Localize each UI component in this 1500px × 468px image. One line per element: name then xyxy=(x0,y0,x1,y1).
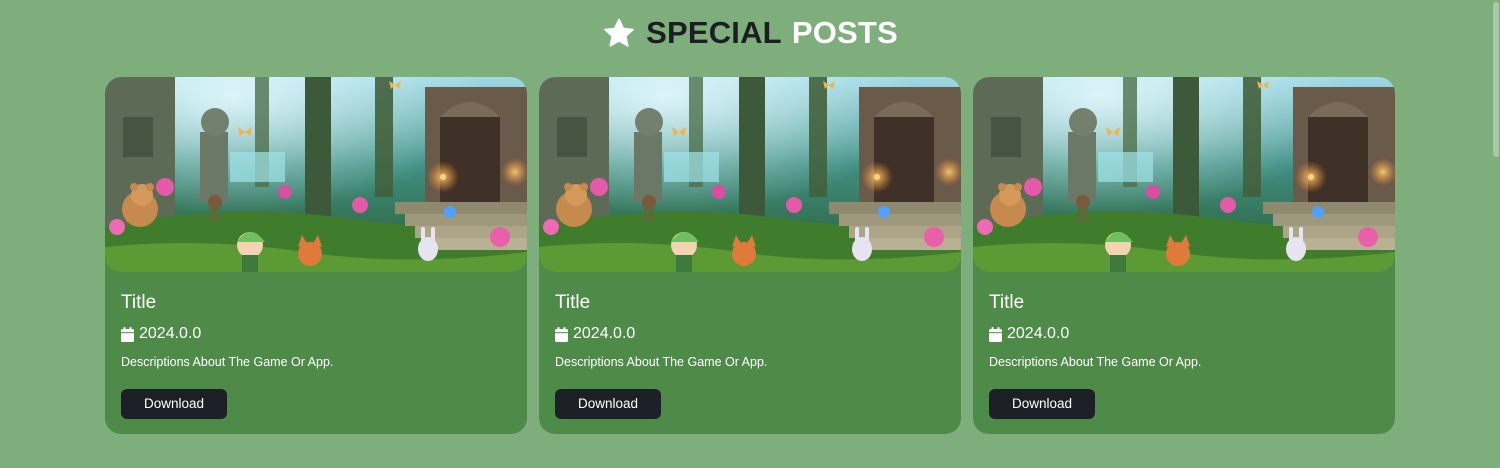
calendar-icon xyxy=(555,326,568,342)
download-button[interactable]: Download xyxy=(989,389,1095,419)
post-date: 2024.0.0 xyxy=(555,325,635,343)
posts-grid: Title 2024.0.0 Descriptions About The Ga… xyxy=(105,77,1395,434)
special-posts-section: SPECIAL POSTS Title 2024.0.0 Description… xyxy=(0,0,1500,468)
download-button[interactable]: Download xyxy=(555,389,661,419)
post-description: Descriptions About The Game Or App. xyxy=(121,355,334,369)
heading-word-posts: POSTS xyxy=(791,15,898,50)
post-card: Title 2024.0.0 Descriptions About The Ga… xyxy=(973,77,1395,434)
post-thumbnail xyxy=(973,77,1395,272)
post-title: Title xyxy=(121,292,157,313)
scrollbar-thumb[interactable] xyxy=(1493,2,1499,157)
post-date: 2024.0.0 xyxy=(121,325,201,343)
section-heading: SPECIAL POSTS xyxy=(0,12,1500,54)
heading-word-special: SPECIAL xyxy=(646,15,782,50)
post-thumbnail xyxy=(105,77,527,272)
calendar-icon xyxy=(989,326,1002,342)
post-date-text: 2024.0.0 xyxy=(1007,325,1070,342)
star-icon xyxy=(602,17,636,50)
post-card: Title 2024.0.0 Descriptions About The Ga… xyxy=(105,77,527,434)
post-thumbnail xyxy=(539,77,961,272)
post-card: Title 2024.0.0 Descriptions About The Ga… xyxy=(539,77,961,434)
download-button[interactable]: Download xyxy=(121,389,227,419)
calendar-icon xyxy=(121,326,134,342)
post-date-text: 2024.0.0 xyxy=(139,325,202,342)
post-date: 2024.0.0 xyxy=(989,325,1069,343)
post-description: Descriptions About The Game Or App. xyxy=(989,355,1202,369)
post-title: Title xyxy=(555,292,591,313)
post-title: Title xyxy=(989,292,1025,313)
post-description: Descriptions About The Game Or App. xyxy=(555,355,768,369)
post-date-text: 2024.0.0 xyxy=(573,325,636,342)
